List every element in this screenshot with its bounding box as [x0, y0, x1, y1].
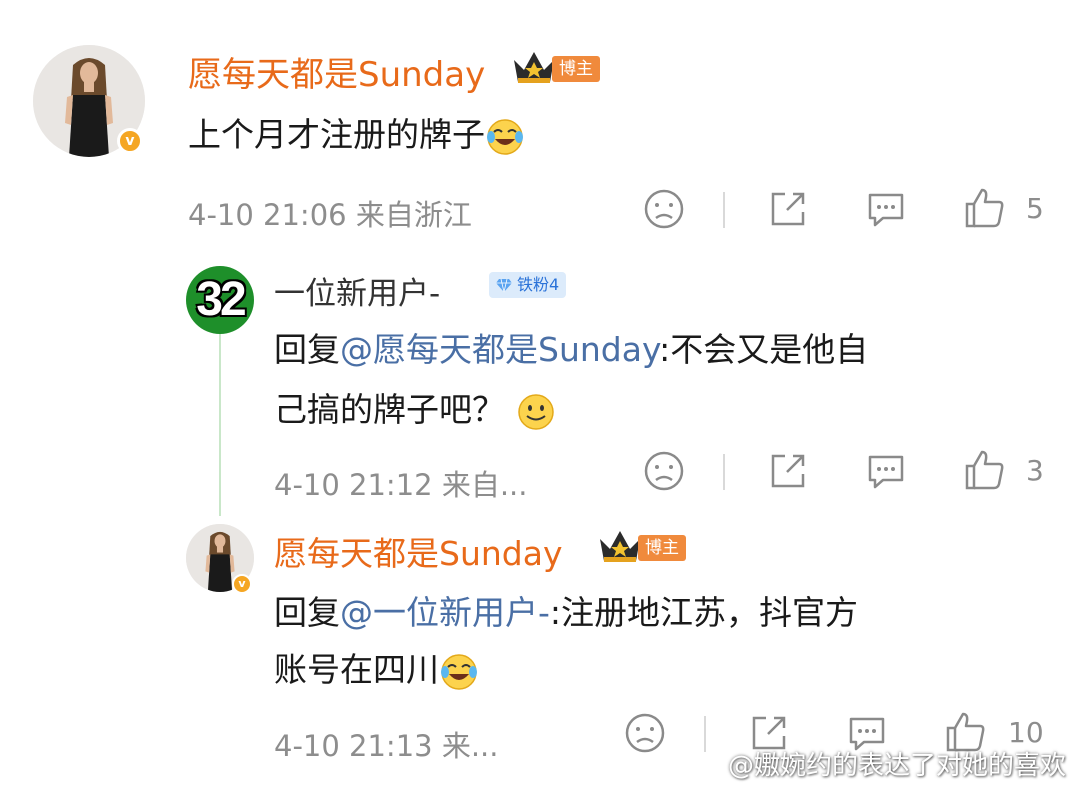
timestamp: 4-10 21:06 — [188, 198, 347, 232]
location: 来自浙江 — [355, 198, 472, 232]
comment-body: 账号在四川 — [274, 650, 439, 689]
comment-text-line2: 账号在四川 — [274, 643, 479, 692]
watermark: @嫐婉约的表达了对她的喜欢 — [699, 745, 1066, 782]
crown-icon — [600, 531, 640, 562]
laugh-cry-emoji-icon — [487, 118, 523, 155]
watermark-text: @嫐婉约的表达了对她的喜欢 — [727, 751, 1066, 781]
commenter-name[interactable]: 愿每天都是Sunday — [188, 47, 485, 96]
divider — [723, 192, 725, 228]
reply-button[interactable] — [865, 188, 907, 230]
share-button[interactable] — [767, 450, 809, 492]
like-count: 3 — [1026, 454, 1044, 487]
location: 来... — [441, 729, 499, 763]
diamond-icon — [496, 278, 512, 293]
divider — [723, 454, 725, 490]
comment-icon — [868, 193, 904, 227]
timestamp: 4-10 21:13 — [274, 729, 433, 763]
reply-prefix: 回复 — [274, 593, 340, 632]
comment-meta: 4-10 21:06 来自浙江 — [188, 192, 472, 234]
like-count: 5 — [1026, 192, 1044, 225]
location: 来自... — [441, 468, 528, 502]
laugh-cry-emoji-icon — [441, 653, 477, 690]
weibo-logo-icon — [699, 754, 727, 776]
dislike-button[interactable] — [643, 188, 685, 230]
sad-face-icon — [625, 713, 665, 753]
comment-icon — [868, 455, 904, 489]
avatar[interactable]: 32 — [186, 266, 254, 334]
comment-text: 上个月才注册的牌子 — [188, 108, 525, 157]
verified-badge-icon: v — [232, 574, 252, 594]
comment-body: 上个月才注册的牌子 — [188, 115, 485, 154]
mention-link[interactable]: @一位新用户- — [340, 593, 550, 632]
fan-badge: 铁粉4 — [489, 272, 567, 298]
comment-body: 己搞的牌子吧？ — [274, 390, 505, 429]
comment-body: :不会又是他自 — [659, 330, 869, 369]
comment-meta: 4-10 21:12 来自... — [274, 462, 527, 504]
blogger-tag: 博主 — [552, 56, 600, 82]
dislike-button[interactable] — [643, 450, 685, 492]
blogger-tag: 博主 — [638, 535, 686, 561]
mention-link[interactable]: @愿每天都是Sunday — [340, 330, 659, 369]
thumbs-up-icon — [965, 450, 1004, 490]
dislike-button[interactable] — [624, 712, 666, 754]
comment-meta: 4-10 21:13 来... — [274, 723, 498, 765]
reply-prefix: 回复 — [274, 330, 340, 369]
share-icon — [771, 454, 805, 488]
share-button[interactable] — [767, 188, 809, 230]
crown-icon — [514, 52, 554, 83]
commenter-name[interactable]: 愿每天都是Sunday — [274, 527, 562, 575]
like-button[interactable] — [963, 186, 1007, 230]
reply-button[interactable] — [865, 450, 907, 492]
verified-badge-icon: v — [117, 128, 143, 154]
comment-text: 回复@愿每天都是Sunday:不会又是他自 — [274, 323, 868, 371]
sad-face-icon — [644, 189, 684, 229]
thread-line — [219, 334, 221, 516]
smile-emoji-icon — [517, 393, 554, 430]
share-icon — [771, 192, 805, 226]
sad-face-icon — [644, 451, 684, 491]
thumbs-up-icon — [965, 188, 1004, 228]
fan-badge-label: 铁粉4 — [517, 275, 560, 294]
comment-text: 回复@一位新用户-:注册地江苏，抖官方 — [274, 586, 858, 634]
commenter-name[interactable]: 一位新用户- — [274, 268, 440, 313]
like-button[interactable] — [963, 448, 1007, 492]
timestamp: 4-10 21:12 — [274, 468, 433, 502]
comment-body: :注册地江苏，抖官方 — [549, 593, 859, 632]
avatar-number: 32 — [196, 273, 246, 326]
comment-text-line2: 己搞的牌子吧？ — [274, 383, 556, 432]
